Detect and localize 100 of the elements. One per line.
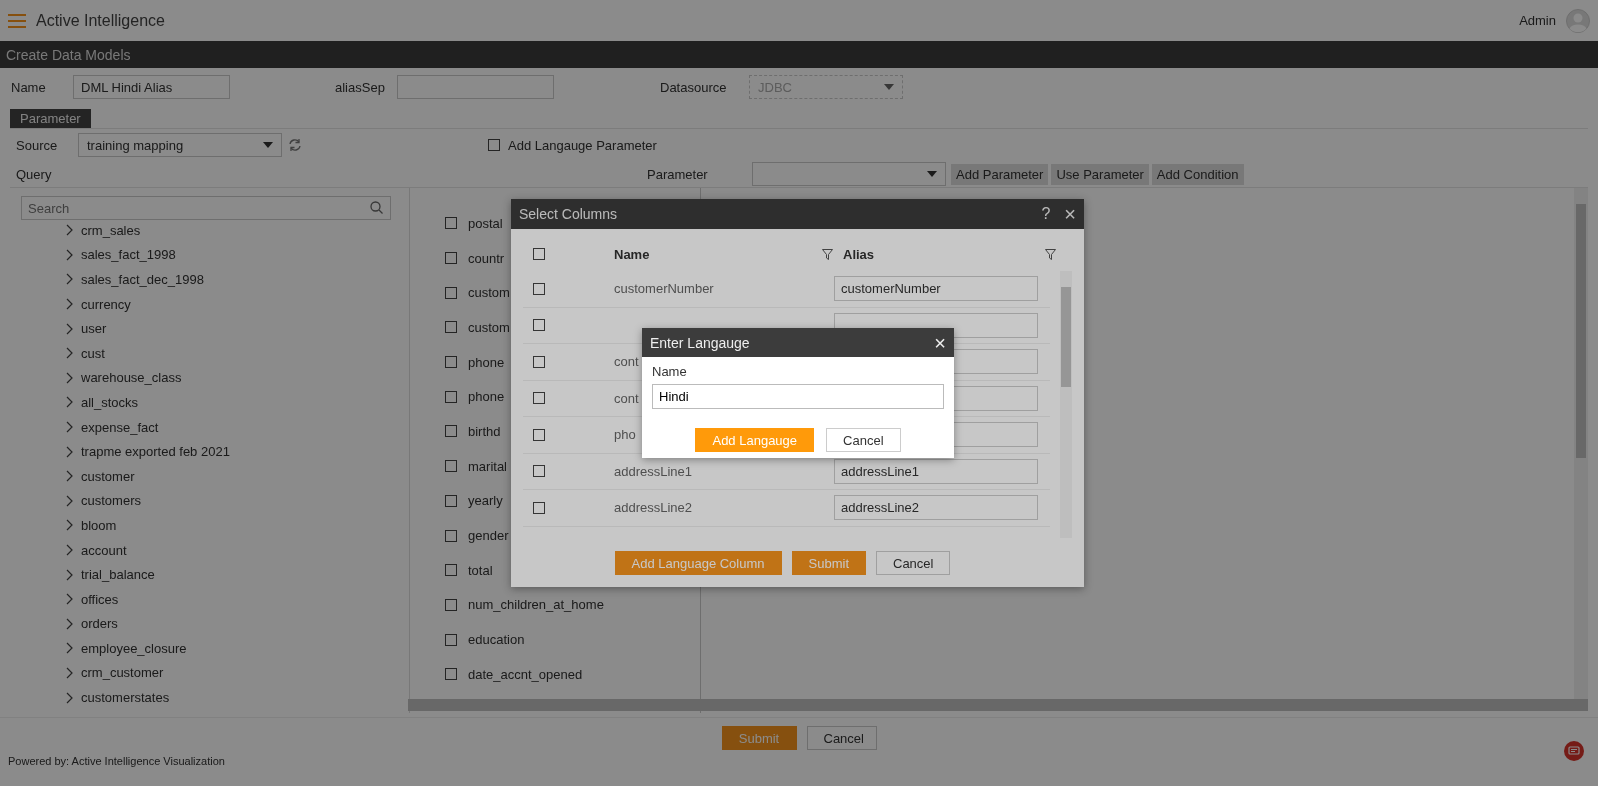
table-cell: addressLine1 (614, 463, 693, 479)
tree-item[interactable]: offices (81, 591, 119, 607)
help-button[interactable]: ? (1041, 205, 1051, 223)
tree-item[interactable]: warehouse_class (81, 370, 182, 386)
tree-item[interactable]: customers (81, 493, 141, 509)
chevron-icon[interactable] (65, 667, 73, 679)
tree-item[interactable]: trapme exported feb 2021 (81, 444, 230, 460)
chevron-icon[interactable] (65, 494, 73, 507)
chevron-icon[interactable] (65, 445, 73, 458)
powered-by-text: Powered by: Active Intelligence Visualization (8, 755, 225, 767)
close-button[interactable]: × (934, 332, 946, 353)
checkbox[interactable] (445, 425, 457, 438)
checkbox[interactable] (445, 598, 457, 611)
table-cell: customerNumber (614, 281, 714, 297)
field-label: Parameter (647, 166, 709, 182)
checkbox[interactable] (445, 217, 457, 230)
alias-separator-field[interactable] (397, 75, 554, 99)
search-field[interactable]: Search (21, 196, 391, 220)
tree-item[interactable]: trial_balance (81, 567, 155, 583)
dialog-button[interactable]: Cancel (876, 551, 951, 575)
tree-item[interactable]: orders (81, 616, 118, 632)
toolbar-button[interactable]: Add Parameter (951, 163, 1049, 185)
table-cell: addressLine2 (614, 500, 693, 516)
chevron-icon[interactable] (65, 593, 73, 606)
chevron-icon[interactable] (65, 470, 73, 483)
tree-item[interactable]: all_stocks (81, 394, 139, 410)
chevron-icon[interactable] (65, 568, 73, 581)
tree-item[interactable]: account (81, 542, 127, 558)
alias-field[interactable]: addressLine1 (834, 458, 1038, 484)
user-name[interactable]: Admin (1519, 13, 1556, 28)
chevron-icon[interactable] (65, 519, 73, 532)
checkbox[interactable] (533, 248, 545, 260)
chevron-icon[interactable] (65, 273, 73, 286)
checkbox[interactable] (533, 501, 545, 514)
filter-icon[interactable] (1045, 248, 1056, 260)
tree-item[interactable]: employee_closure (81, 640, 187, 656)
checkbox[interactable] (445, 321, 457, 334)
tree-item[interactable]: crm_customer (81, 665, 164, 681)
checkbox[interactable] (445, 286, 457, 299)
source-select[interactable]: training mapping (78, 133, 282, 157)
chevron-icon[interactable] (65, 421, 73, 434)
alias-field[interactable]: customerNumber (834, 276, 1038, 302)
tab[interactable]: Parameter (10, 109, 91, 128)
tree-item[interactable]: sales_fact_1998 (81, 247, 176, 263)
checkbox[interactable] (445, 390, 457, 403)
tree-item[interactable]: expense_fact (81, 419, 159, 435)
checkbox[interactable] (533, 465, 545, 478)
checkbox[interactable] (533, 428, 545, 441)
checkbox[interactable] (488, 139, 500, 151)
tree-item[interactable]: customerstates (81, 690, 170, 706)
chevron-icon[interactable] (65, 396, 73, 409)
checkbox[interactable] (533, 319, 545, 332)
refresh-icon[interactable] (288, 138, 302, 152)
tree-item[interactable]: crm_sales (81, 222, 141, 238)
dialog-button[interactable]: Cancel (826, 428, 901, 452)
tree-item[interactable]: bloom (81, 517, 117, 533)
checkbox[interactable] (533, 282, 545, 295)
name-field[interactable]: DML Hindi Alias (73, 75, 230, 99)
chat-icon[interactable] (1564, 741, 1584, 761)
checkbox[interactable] (445, 356, 457, 369)
vertical-scrollbar[interactable] (1574, 188, 1588, 699)
chevron-icon[interactable] (65, 544, 73, 556)
checkbox[interactable] (445, 633, 457, 646)
checkbox[interactable] (445, 460, 457, 473)
tree-item[interactable]: customer (81, 468, 135, 484)
footer-button[interactable]: Cancel (806, 726, 877, 750)
checkbox[interactable] (533, 392, 545, 405)
tree-item[interactable]: currency (81, 296, 131, 312)
column-name: total (468, 562, 493, 578)
close-button[interactable]: × (1064, 204, 1076, 224)
column-name: custom (468, 285, 510, 301)
caret-icon (884, 84, 894, 90)
chevron-icon[interactable] (65, 642, 73, 655)
chevron-icon[interactable] (65, 322, 73, 335)
chevron-icon[interactable] (65, 224, 73, 237)
alias-field[interactable]: addressLine2 (834, 495, 1038, 521)
checkbox[interactable] (533, 355, 545, 368)
chevron-icon[interactable] (65, 691, 73, 704)
filter-icon[interactable] (822, 248, 833, 260)
column-header[interactable]: Alias (843, 246, 1045, 262)
chevron-icon[interactable] (65, 617, 73, 630)
chevron-icon[interactable] (65, 371, 73, 384)
language-name-field[interactable]: Hindi (652, 384, 944, 409)
toolbar-button[interactable]: Add Condition (1151, 163, 1244, 185)
checkbox[interactable] (445, 529, 457, 542)
column-header[interactable]: Name (614, 246, 822, 262)
chevron-icon[interactable] (65, 347, 73, 360)
checkbox[interactable] (445, 494, 457, 507)
tree-item[interactable]: cust (81, 345, 105, 361)
vertical-scrollbar[interactable] (1060, 271, 1072, 538)
toolbar-button[interactable]: Use Parameter (1051, 163, 1149, 185)
chevron-icon[interactable] (65, 248, 73, 261)
tree-item[interactable]: sales_fact_dec_1998 (81, 272, 204, 287)
checkbox[interactable] (445, 252, 457, 265)
field-label: Query (16, 166, 53, 182)
tree-item[interactable]: user (81, 321, 107, 337)
horizontal-scrollbar[interactable] (408, 699, 1588, 711)
chevron-icon[interactable] (65, 298, 73, 311)
checkbox[interactable] (445, 564, 457, 577)
checkbox[interactable] (445, 668, 457, 681)
